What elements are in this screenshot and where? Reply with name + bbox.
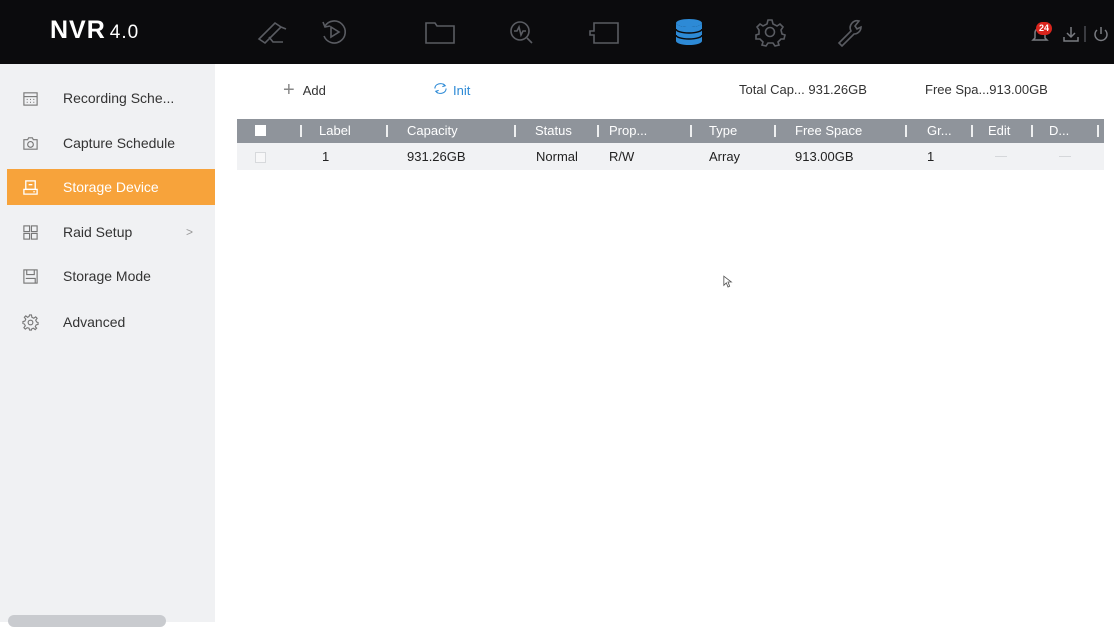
column-separator — [597, 125, 599, 137]
camera-icon[interactable] — [252, 15, 292, 49]
free-space: Free Spa...913.00GB — [925, 82, 1048, 97]
cell-group: 1 — [927, 149, 935, 164]
column-header-type[interactable]: Type — [709, 119, 737, 143]
cell-type: Array — [709, 149, 741, 164]
edit-icon-disabled[interactable] — [995, 156, 1007, 157]
column-separator — [690, 125, 692, 137]
playback-icon[interactable] — [314, 15, 354, 49]
column-header-edit[interactable]: Edit — [988, 119, 1010, 143]
cell-capacity: 931.26GB — [407, 149, 466, 164]
storage-device-icon — [20, 177, 40, 197]
folder-icon[interactable] — [420, 15, 460, 49]
sidebar-item-recording-schedule[interactable]: Recording Sche... — [7, 80, 215, 116]
select-all-checkbox[interactable] — [255, 125, 266, 136]
notification-badge: 24 — [1036, 22, 1053, 35]
column-separator — [774, 125, 776, 137]
sidebar-item-label: Storage Device — [63, 179, 159, 195]
search-icon[interactable] — [501, 15, 541, 49]
sidebar-item-capture-schedule[interactable]: Capture Schedule — [7, 125, 215, 161]
column-header-free-space[interactable]: Free Space — [795, 119, 862, 143]
init-button-label: Init — [453, 82, 471, 98]
camera-snapshot-icon — [20, 133, 40, 153]
table-header: Label Capacity Status Prop... Type Free … — [237, 119, 1104, 143]
cell-label: 1 — [322, 149, 330, 164]
init-button[interactable]: Init — [432, 80, 470, 100]
top-bar: NVR 4.0 24 — [0, 0, 1114, 64]
column-header-label[interactable]: Label — [319, 119, 351, 143]
sidebar-item-label: Capture Schedule — [63, 135, 176, 151]
column-separator — [971, 125, 973, 137]
total-capacity: Total Cap... 931.26GB — [739, 82, 867, 97]
sidebar: Recording Sche... Capture Schedule Stora… — [0, 64, 215, 622]
column-header-group[interactable]: Gr... — [927, 119, 952, 143]
column-header-capacity[interactable]: Capacity — [407, 119, 458, 143]
column-separator — [300, 125, 302, 137]
calendar-icon — [20, 88, 40, 108]
app-logo: NVR 4.0 — [50, 16, 140, 44]
refresh-icon — [432, 82, 449, 98]
column-separator — [386, 125, 388, 137]
table-row[interactable]: 1 931.26GB Normal R/W Array 913.00GB 1 — [237, 143, 1104, 170]
storage-icon[interactable] — [669, 15, 709, 49]
column-header-status[interactable]: Status — [535, 119, 572, 143]
cell-property: R/W — [609, 149, 635, 164]
column-header-property[interactable]: Prop... — [609, 119, 647, 143]
power-icon[interactable] — [1091, 24, 1111, 44]
download-icon[interactable] — [1061, 24, 1081, 44]
sidebar-item-label: Raid Setup — [63, 224, 133, 240]
sidebar-item-storage-device[interactable]: Storage Device — [7, 169, 215, 205]
gear-icon — [20, 312, 40, 332]
add-button-label: Add — [302, 82, 326, 98]
cell-status: Normal — [536, 149, 578, 164]
column-separator — [514, 125, 516, 137]
disk-icon — [20, 266, 40, 286]
maintenance-icon[interactable] — [830, 15, 870, 49]
sidebar-item-storage-mode[interactable]: Storage Mode — [7, 258, 215, 294]
sidebar-item-advanced[interactable]: Advanced — [7, 304, 215, 340]
sidebar-item-label: Storage Mode — [63, 268, 151, 284]
column-separator — [1031, 125, 1033, 137]
settings-icon[interactable] — [750, 15, 790, 49]
grid-icon — [20, 222, 40, 242]
chevron-right-icon: > — [185, 225, 193, 239]
sidebar-item-label: Recording Sche... — [63, 90, 175, 106]
sidebar-scrollbar[interactable] — [8, 615, 166, 627]
column-header-delete[interactable]: D... — [1049, 119, 1069, 143]
divider — [1083, 24, 1087, 44]
mouse-cursor-icon — [723, 275, 733, 294]
sidebar-item-label: Advanced — [63, 314, 126, 330]
display-icon[interactable] — [584, 15, 624, 49]
delete-icon-disabled[interactable] — [1059, 156, 1071, 157]
cell-free-space: 913.00GB — [795, 149, 854, 164]
sidebar-item-raid-setup[interactable]: Raid Setup > — [7, 214, 215, 250]
add-button[interactable]: + Add — [283, 78, 326, 101]
plus-icon: + — [283, 78, 295, 101]
row-checkbox[interactable] — [255, 152, 266, 163]
column-separator — [1097, 125, 1099, 137]
column-separator — [905, 125, 907, 137]
